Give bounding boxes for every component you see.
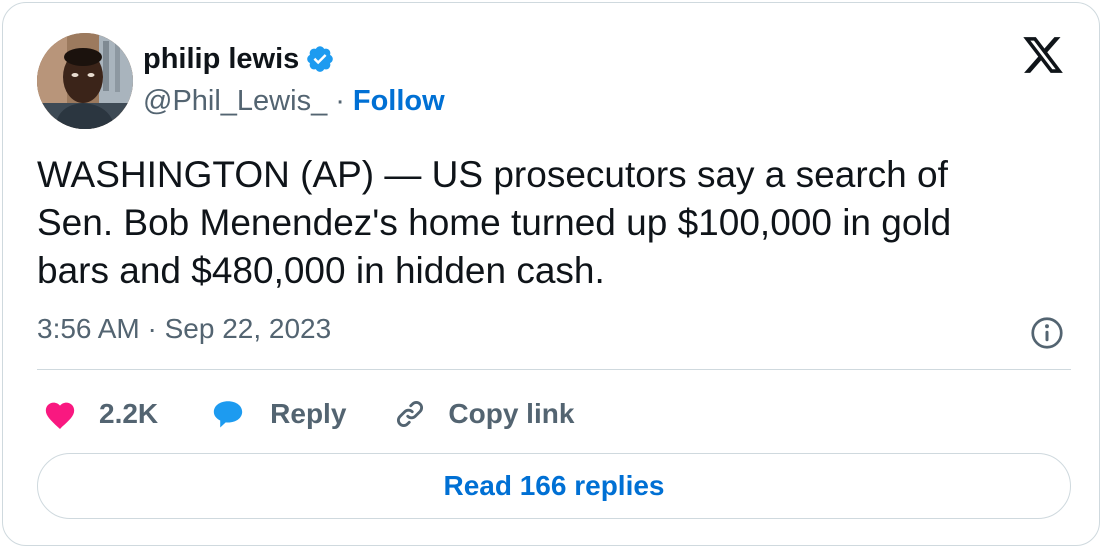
verified-badge-icon: [307, 46, 334, 72]
tweet-timestamp[interactable]: 3:56 AM · Sep 22, 2023: [37, 313, 331, 345]
author-handle-row: @Phil_Lewis_ · Follow: [143, 83, 445, 119]
link-icon: [397, 400, 424, 428]
avatar-image: [37, 33, 133, 129]
separator-dot: ·: [335, 84, 345, 117]
x-logo-icon[interactable]: [1021, 33, 1065, 77]
read-replies-label: Read 166 replies: [443, 470, 665, 501]
divider: [37, 369, 1071, 370]
copy-link-label: Copy link: [448, 398, 575, 429]
heart-icon: [45, 402, 75, 430]
avatar[interactable]: [37, 33, 133, 129]
speech-bubble-icon: [213, 401, 243, 428]
read-replies-button[interactable]: Read 166 replies: [37, 453, 1071, 519]
copy-link-button[interactable]: Copy link: [392, 396, 574, 432]
reply-label: Reply: [270, 398, 347, 429]
tweet-text: WASHINGTON (AP) — US prosecutors say a s…: [37, 154, 952, 291]
action-bar: 2.2K Reply Copy link: [37, 391, 574, 437]
tweet-card: philip lewis @Phil_Lewis_ · Follow WASHI…: [2, 2, 1100, 546]
like-button[interactable]: 2.2K: [37, 398, 158, 430]
author-name-row: philip lewis: [143, 41, 335, 77]
author-handle[interactable]: @Phil_Lewis_: [143, 85, 327, 118]
like-count: 2.2K: [99, 398, 159, 429]
author-name[interactable]: philip lewis: [143, 43, 299, 76]
info-icon[interactable]: [1029, 315, 1065, 351]
reply-button[interactable]: Reply: [210, 397, 346, 431]
follow-button[interactable]: Follow: [353, 85, 445, 118]
